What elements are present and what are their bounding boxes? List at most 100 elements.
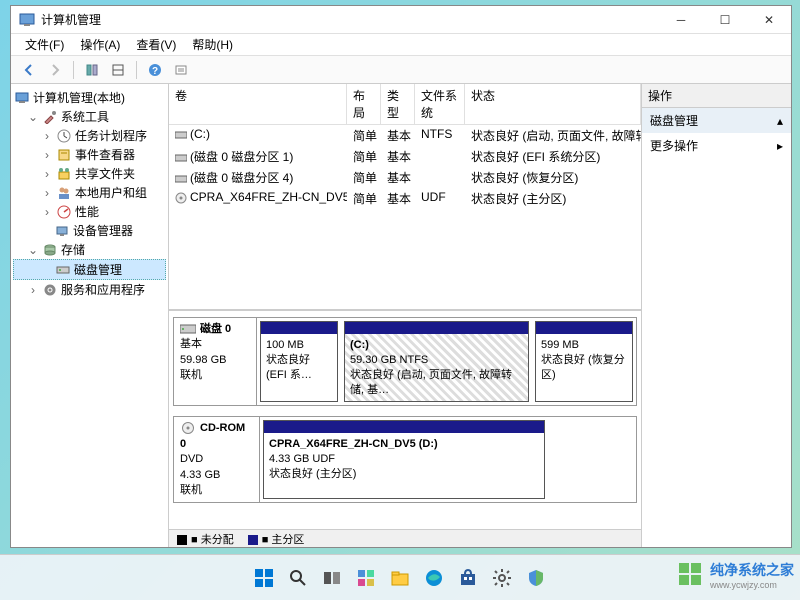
app-icon bbox=[19, 12, 35, 28]
settings-button[interactable] bbox=[488, 564, 516, 592]
minimize-button[interactable]: ─ bbox=[659, 6, 703, 34]
tree-item[interactable]: ›性能 bbox=[13, 202, 166, 221]
col-volume[interactable]: 卷 bbox=[169, 84, 347, 124]
expand-icon[interactable]: › bbox=[41, 148, 53, 162]
volume-row[interactable]: (C:)简单基本NTFS状态良好 (启动, 页面文件, 故障转储, 基本数据分… bbox=[169, 125, 641, 146]
taskview-button[interactable] bbox=[318, 564, 346, 592]
cdrom-icon bbox=[180, 422, 196, 434]
partitions: CPRA_X64FRE_ZH-CN_DV5 (D:) 4.33 GB UDF 状… bbox=[260, 417, 636, 502]
perf-icon bbox=[57, 205, 71, 219]
svg-text:?: ? bbox=[152, 66, 158, 77]
col-type[interactable]: 类型 bbox=[381, 84, 415, 124]
tree-diskmgmt[interactable]: 磁盘管理 bbox=[13, 259, 166, 280]
partition-bar bbox=[264, 421, 544, 433]
disk-header: CD-ROM 0 DVD 4.33 GB 联机 bbox=[174, 417, 260, 502]
col-fs[interactable]: 文件系统 bbox=[415, 84, 465, 124]
partition[interactable]: 100 MB状态良好 (EFI 系… bbox=[260, 321, 338, 402]
col-status[interactable]: 状态 bbox=[465, 84, 641, 124]
props-button[interactable] bbox=[169, 58, 193, 82]
menu-file[interactable]: 文件(F) bbox=[19, 34, 70, 55]
legend-unalloc: ■ 未分配 bbox=[177, 531, 234, 547]
device-icon bbox=[55, 224, 69, 238]
window-title: 计算机管理 bbox=[41, 11, 659, 28]
actions-more[interactable]: 更多操作▸ bbox=[642, 133, 791, 158]
menu-help[interactable]: 帮助(H) bbox=[186, 34, 239, 55]
refresh-button[interactable] bbox=[80, 58, 104, 82]
tree-item[interactable]: 设备管理器 bbox=[13, 221, 166, 240]
tree-item[interactable]: ›本地用户和组 bbox=[13, 183, 166, 202]
separator bbox=[136, 61, 137, 79]
views-button[interactable] bbox=[106, 58, 130, 82]
tree-pane[interactable]: 计算机管理(本地) ⌄系统工具 ›任务计划程序 ›事件查看器 ›共享文件夹 ›本… bbox=[11, 84, 169, 547]
tree-root[interactable]: 计算机管理(本地) bbox=[13, 88, 166, 107]
expand-icon[interactable]: › bbox=[41, 205, 53, 219]
edge-button[interactable] bbox=[420, 564, 448, 592]
partitions: 100 MB状态良好 (EFI 系…(C:)59.30 GB NTFS状态良好 … bbox=[257, 318, 636, 405]
share-icon bbox=[57, 167, 71, 181]
computer-icon bbox=[15, 91, 29, 105]
widgets-button[interactable] bbox=[352, 564, 380, 592]
center-pane: 卷 布局 类型 文件系统 状态 (C:)简单基本NTFS状态良好 (启动, 页面… bbox=[169, 84, 641, 547]
watermark: 纯净系统之家 www.ycwjzy.com bbox=[678, 560, 794, 590]
expand-icon[interactable]: › bbox=[41, 186, 53, 200]
tree-storage[interactable]: ⌄存储 bbox=[13, 240, 166, 259]
storage-icon bbox=[43, 243, 57, 257]
start-button[interactable] bbox=[250, 564, 278, 592]
volume-headers[interactable]: 卷 布局 类型 文件系统 状态 bbox=[169, 84, 641, 125]
expand-icon[interactable]: › bbox=[27, 283, 39, 297]
scheduler-icon bbox=[57, 129, 71, 143]
menubar: 文件(F) 操作(A) 查看(V) 帮助(H) bbox=[11, 34, 791, 56]
tree-systools[interactable]: ⌄系统工具 bbox=[13, 107, 166, 126]
main-window: 计算机管理 ─ ☐ ✕ 文件(F) 操作(A) 查看(V) 帮助(H) ? 计算… bbox=[10, 5, 792, 548]
toolbar: ? bbox=[11, 56, 791, 84]
back-button[interactable] bbox=[17, 58, 41, 82]
tools-icon bbox=[43, 110, 57, 124]
expand-icon[interactable]: › bbox=[41, 129, 53, 143]
col-layout[interactable]: 布局 bbox=[347, 84, 381, 124]
disk-icon bbox=[56, 263, 70, 277]
tree-item[interactable]: ›共享文件夹 bbox=[13, 164, 166, 183]
close-button[interactable]: ✕ bbox=[747, 6, 791, 34]
users-icon bbox=[57, 186, 71, 200]
menu-view[interactable]: 查看(V) bbox=[130, 34, 182, 55]
disk-header: 磁盘 0 基本 59.98 GB 联机 bbox=[174, 318, 257, 405]
volume-row[interactable]: (磁盘 0 磁盘分区 4)简单基本状态良好 (恢复分区) bbox=[169, 167, 641, 188]
partition[interactable]: CPRA_X64FRE_ZH-CN_DV5 (D:) 4.33 GB UDF 状… bbox=[263, 420, 545, 499]
chevron-right-icon: ▸ bbox=[777, 139, 783, 153]
store-button[interactable] bbox=[454, 564, 482, 592]
disk-graph[interactable]: 磁盘 0 基本 59.98 GB 联机 100 MB状态良好 (EFI 系…(C… bbox=[169, 311, 641, 529]
maximize-button[interactable]: ☐ bbox=[703, 6, 747, 34]
partition[interactable]: 599 MB状态良好 (恢复分区) bbox=[535, 321, 633, 402]
eventlog-icon bbox=[57, 148, 71, 162]
tree-item[interactable]: ›任务计划程序 bbox=[13, 126, 166, 145]
body: 计算机管理(本地) ⌄系统工具 ›任务计划程序 ›事件查看器 ›共享文件夹 ›本… bbox=[11, 84, 791, 547]
titlebar: 计算机管理 ─ ☐ ✕ bbox=[11, 6, 791, 34]
volume-list[interactable]: 卷 布局 类型 文件系统 状态 (C:)简单基本NTFS状态良好 (启动, 页面… bbox=[169, 84, 641, 311]
explorer-button[interactable] bbox=[386, 564, 414, 592]
disk-row[interactable]: CD-ROM 0 DVD 4.33 GB 联机 CPRA_X64FRE_ZH-C… bbox=[173, 416, 637, 503]
partition-info: CPRA_X64FRE_ZH-CN_DV5 (D:) 4.33 GB UDF 状… bbox=[264, 433, 544, 498]
legend: ■ 未分配 ■ 主分区 bbox=[169, 529, 641, 547]
search-button[interactable] bbox=[284, 564, 312, 592]
tree-item[interactable]: ›事件查看器 bbox=[13, 145, 166, 164]
volume-row[interactable]: CPRA_X64FRE_ZH-CN_DV5 (D:)简单基本UDF状态良好 (主… bbox=[169, 188, 641, 209]
hdd-icon bbox=[180, 323, 196, 335]
security-button[interactable] bbox=[522, 564, 550, 592]
partition[interactable]: (C:)59.30 GB NTFS状态良好 (启动, 页面文件, 故障转储, 基… bbox=[344, 321, 529, 402]
disk-row[interactable]: 磁盘 0 基本 59.98 GB 联机 100 MB状态良好 (EFI 系…(C… bbox=[173, 317, 637, 406]
watermark-logo bbox=[678, 562, 704, 588]
help-button[interactable]: ? bbox=[143, 58, 167, 82]
services-icon bbox=[43, 283, 57, 297]
actions-context[interactable]: 磁盘管理▴ bbox=[642, 108, 791, 133]
separator bbox=[73, 61, 74, 79]
expand-icon[interactable]: › bbox=[41, 167, 53, 181]
actions-pane: 操作 磁盘管理▴ 更多操作▸ bbox=[641, 84, 791, 547]
collapse-icon[interactable]: ⌄ bbox=[27, 243, 39, 257]
legend-primary: ■ 主分区 bbox=[248, 531, 305, 547]
forward-button[interactable] bbox=[43, 58, 67, 82]
menu-action[interactable]: 操作(A) bbox=[74, 34, 126, 55]
tree-services[interactable]: ›服务和应用程序 bbox=[13, 280, 166, 299]
collapse-icon[interactable]: ⌄ bbox=[27, 110, 39, 124]
chevron-up-icon: ▴ bbox=[777, 114, 783, 128]
volume-row[interactable]: (磁盘 0 磁盘分区 1)简单基本状态良好 (EFI 系统分区) bbox=[169, 146, 641, 167]
